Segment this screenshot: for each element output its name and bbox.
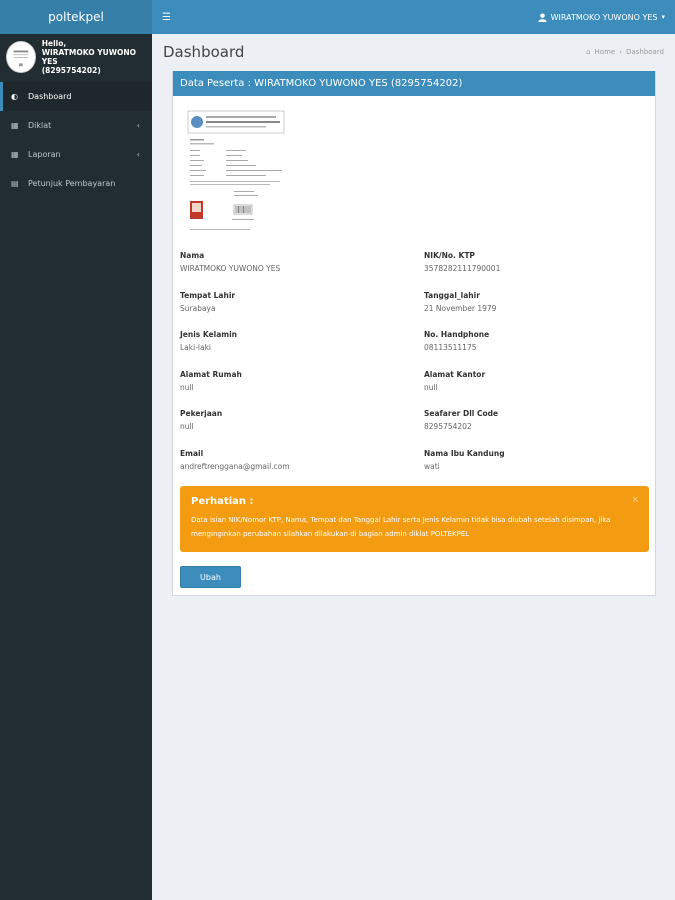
field-value: null xyxy=(180,422,194,431)
table-icon: ▦ xyxy=(11,150,19,159)
field-nik: NIK/No. KTP 3578282111790001 xyxy=(424,251,644,273)
field-label: Jenis Kelamin xyxy=(180,330,237,339)
field-value: null xyxy=(180,383,194,392)
field-label: Nama xyxy=(180,251,205,260)
field-email: Email andreftrenggana@gmail.com xyxy=(180,449,400,471)
sidebar-user-id: (8295754202) xyxy=(41,65,101,75)
document-thumbnail[interactable] xyxy=(186,109,286,235)
field-seafarer-code: Seafarer Dll Code 8295754202 xyxy=(424,409,644,431)
user-icon xyxy=(538,12,547,22)
close-icon[interactable]: × xyxy=(631,495,639,505)
greeting: Hello, xyxy=(41,38,67,48)
field-value: 3578282111790001 xyxy=(424,264,501,273)
sidebar-item-laporan[interactable]: ▦ Laporan ‹ xyxy=(0,140,152,169)
field-alamat-kantor: Alamat Kantor null xyxy=(424,370,644,392)
sidebar-item-label: Diklat xyxy=(28,121,52,130)
field-pekerjaan: Pekerjaan null xyxy=(180,409,400,431)
breadcrumb-separator: › xyxy=(619,48,623,56)
box-title: Data Peserta : WIRATMOKO YUWONO YES (829… xyxy=(173,71,655,96)
field-value: Surabaya xyxy=(180,304,216,313)
app-logo[interactable]: poltekpel xyxy=(0,0,152,34)
sidebar-item-label: Laporan xyxy=(28,150,61,159)
book-icon: ▤ xyxy=(11,179,19,188)
top-navbar: ☰ WIRATMOKO YUWONO YES ▾ xyxy=(152,0,675,34)
field-ibu-kandung: Nama Ibu Kandung wati xyxy=(424,449,644,471)
field-value: null xyxy=(424,383,438,392)
chevron-left-icon: ‹ xyxy=(136,150,140,159)
sidebar-item-label: Dashboard xyxy=(28,92,72,101)
user-menu[interactable]: WIRATMOKO YUWONO YES ▾ xyxy=(538,13,665,22)
warning-alert: Perhatian : Data isian NIK/Nomor KTP, Na… xyxy=(180,486,649,552)
sidebar-user-name: WIRATMOKO YUWONO YES xyxy=(41,47,137,66)
breadcrumb-home[interactable]: Home xyxy=(595,48,616,56)
field-value: WIRATMOKO YUWONO YES xyxy=(180,264,281,273)
table-icon: ▦ xyxy=(11,121,19,130)
document-image xyxy=(187,110,285,230)
sidebar-item-diklat[interactable]: ▦ Diklat ‹ xyxy=(0,111,152,140)
field-label: Alamat Rumah xyxy=(180,370,242,379)
sidebar: Hello, WIRATMOKO YUWONO YES (8295754202)… xyxy=(0,34,152,900)
participant-data-box: Data Peserta : WIRATMOKO YUWONO YES (829… xyxy=(172,71,656,596)
home-icon: ⌂ xyxy=(586,48,591,56)
field-nama: Nama WIRATMOKO YUWONO YES xyxy=(180,251,400,273)
breadcrumb-current: Dashboard xyxy=(626,48,664,56)
user-info: Hello, WIRATMOKO YUWONO YES (8295754202) xyxy=(42,39,146,75)
field-label: No. Handphone xyxy=(424,330,490,339)
field-value: Laki-laki xyxy=(180,343,212,352)
field-value: andreftrenggana@gmail.com xyxy=(180,462,290,471)
field-label: NIK/No. KTP xyxy=(424,251,475,260)
sidebar-item-petunjuk-pembayaran[interactable]: ▤ Petunjuk Pembayaran xyxy=(0,169,152,198)
field-tempat-lahir: Tempat Lahir Surabaya xyxy=(180,291,400,313)
dashboard-icon: ◐ xyxy=(11,92,18,101)
field-label: Tempat Lahir xyxy=(180,291,236,300)
field-label: Tanggal_lahir xyxy=(424,291,480,300)
alert-title: Perhatian : xyxy=(191,496,254,507)
field-label: Pekerjaan xyxy=(180,409,223,418)
page-title: Dashboard xyxy=(163,43,245,61)
user-menu-name: WIRATMOKO YUWONO YES xyxy=(550,12,658,22)
field-tanggal-lahir: Tanggal_lahir 21 November 1979 xyxy=(424,291,644,313)
avatar xyxy=(6,40,36,73)
field-handphone: No. Handphone 08113511175 xyxy=(424,330,644,352)
field-label: Email xyxy=(180,449,204,458)
field-jenis-kelamin: Jenis Kelamin Laki-laki xyxy=(180,330,400,352)
hamburger-icon[interactable]: ☰ xyxy=(162,12,171,23)
field-value: wati xyxy=(424,462,440,471)
user-panel: Hello, WIRATMOKO YUWONO YES (8295754202) xyxy=(0,34,152,79)
alert-text: Data isian NIK/Nomor KTP, Nama, Tempat d… xyxy=(191,516,611,538)
chevron-left-icon: ‹ xyxy=(136,121,140,130)
breadcrumb: ⌂ Home › Dashboard xyxy=(586,48,664,56)
sidebar-item-dashboard[interactable]: ◐ Dashboard xyxy=(0,82,152,111)
field-label: Alamat Kantor xyxy=(424,370,486,379)
field-label: Seafarer Dll Code xyxy=(424,409,499,418)
content-header: Dashboard ⌂ Home › Dashboard xyxy=(152,34,675,70)
caret-down-icon: ▾ xyxy=(661,13,665,21)
avatar-image xyxy=(13,50,29,66)
field-value: 08113511175 xyxy=(424,343,477,352)
edit-button[interactable]: Ubah xyxy=(180,566,241,588)
sidebar-item-label: Petunjuk Pembayaran xyxy=(28,179,116,188)
field-alamat-rumah: Alamat Rumah null xyxy=(180,370,400,392)
field-value: 21 November 1979 xyxy=(424,304,497,313)
field-label: Nama Ibu Kandung xyxy=(424,449,505,458)
sidebar-menu: ◐ Dashboard ▦ Diklat ‹ ▦ Laporan ‹ ▤ Pet… xyxy=(0,82,152,198)
field-value: 8295754202 xyxy=(424,422,472,431)
